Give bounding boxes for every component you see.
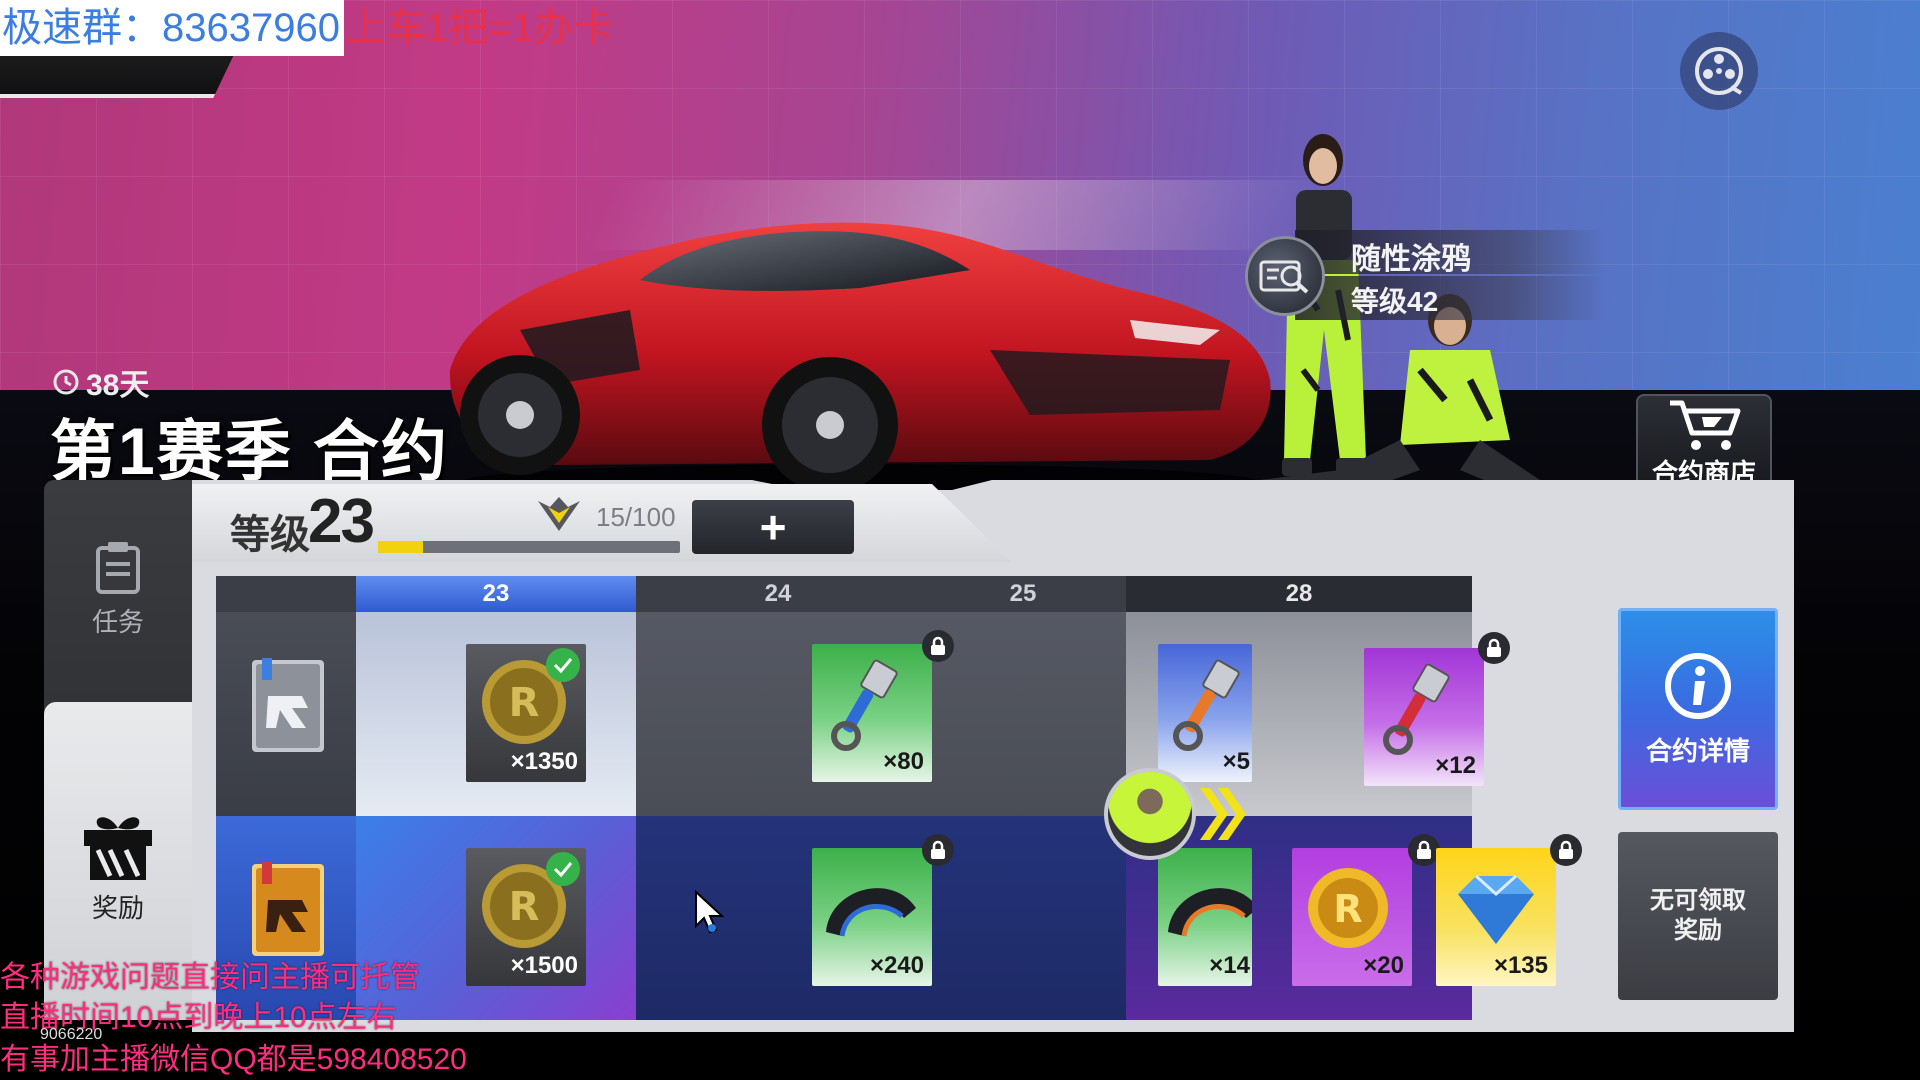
reward-qty: ×1350 bbox=[510, 748, 578, 775]
lock-icon bbox=[1478, 632, 1510, 664]
level-label: 等级 bbox=[230, 513, 310, 557]
row-header-blank bbox=[216, 576, 356, 612]
mouse-cursor-icon bbox=[695, 890, 725, 934]
reward-diamond-135[interactable]: ×135 bbox=[1436, 848, 1556, 986]
stream-note-1: 各种游戏问题直接问主播可托管 bbox=[0, 961, 420, 994]
reward-qty: ×12 bbox=[1435, 752, 1476, 779]
clipboard-icon bbox=[96, 542, 140, 594]
reward-qty: ×80 bbox=[883, 748, 924, 775]
svg-text:R: R bbox=[509, 680, 540, 726]
column-header-23: 23 bbox=[356, 576, 636, 612]
contract-details-button[interactable]: 合约详情 bbox=[1618, 608, 1778, 810]
contract-emblem-icon bbox=[538, 497, 580, 531]
lock-icon bbox=[922, 630, 954, 662]
info-icon bbox=[1665, 652, 1731, 719]
shopping-cart-icon bbox=[1670, 400, 1741, 450]
player-progress-avatar bbox=[1104, 768, 1196, 860]
reward-qty: ×1500 bbox=[510, 952, 578, 979]
stream-group-banner: 极速群：83637960 上车1把=1办卡 bbox=[0, 0, 614, 56]
clock-icon bbox=[53, 369, 79, 395]
claim-rewards-label: 无可领取奖励 bbox=[1650, 887, 1746, 944]
reward-emblem-20[interactable]: R ×20 bbox=[1292, 848, 1412, 986]
reward-qty: ×5 bbox=[1222, 748, 1250, 775]
column-header-28: 28 bbox=[1126, 576, 1472, 612]
player-badge[interactable]: 随性涂鸦 等级42 bbox=[1245, 230, 1605, 322]
claimed-check-icon bbox=[546, 648, 580, 682]
red-sports-car bbox=[449, 222, 1271, 500]
reward-qty: ×14 bbox=[1209, 952, 1250, 979]
group-label: 极速群：83637960 bbox=[0, 0, 344, 56]
xp-progress-bar bbox=[378, 541, 680, 553]
gift-box-icon bbox=[84, 817, 152, 880]
magnifier-card-icon bbox=[1259, 260, 1309, 294]
svg-text:R: R bbox=[1333, 887, 1362, 931]
xp-progress-fill bbox=[378, 541, 424, 553]
svg-text:R: R bbox=[509, 884, 540, 930]
chevron-right-icon bbox=[1200, 788, 1246, 840]
reward-tire-14[interactable]: ×14 bbox=[1158, 848, 1252, 986]
lock-icon bbox=[922, 834, 954, 866]
contract-details-label: 合约详情 bbox=[1645, 735, 1750, 766]
player-emblem bbox=[1245, 236, 1325, 316]
claim-rewards-button[interactable]: 无可领取奖励 bbox=[1618, 832, 1778, 1000]
reward-piston-12[interactable]: ×12 bbox=[1364, 648, 1484, 786]
xp-progress-text: 15/100 bbox=[596, 502, 676, 532]
reward-tire-240[interactable]: ×240 bbox=[812, 848, 932, 986]
claimed-check-icon bbox=[546, 852, 580, 886]
reward-piston-5[interactable]: ×5 bbox=[1158, 644, 1252, 782]
film-reel-icon bbox=[1695, 47, 1743, 95]
buy-level-button[interactable]: + bbox=[692, 500, 854, 554]
menu-rewards-label: 奖励 bbox=[91, 893, 144, 923]
lock-icon bbox=[1550, 834, 1582, 866]
premium-contract-card-icon bbox=[252, 862, 324, 956]
player-name: 随性涂鸦 bbox=[1351, 243, 1471, 276]
menu-rewards[interactable]: 奖励 bbox=[44, 810, 192, 925]
reward-qty: ×20 bbox=[1363, 952, 1404, 979]
menu-tasks-label: 任务 bbox=[91, 607, 144, 637]
badge-level-strip bbox=[1295, 276, 1605, 320]
reward-piston-80[interactable]: ×80 bbox=[812, 644, 932, 782]
free-contract-card-icon bbox=[252, 658, 324, 752]
level-number: 23 bbox=[308, 487, 375, 556]
group-extra: 上车1把=1办卡 bbox=[345, 6, 614, 50]
replay-button[interactable] bbox=[1680, 32, 1758, 110]
reward-qty: ×240 bbox=[869, 952, 924, 979]
game-screen: 随性涂鸦 等级42 38天 第1赛季 合约 合约商店 任务 奖励 等级 23 1… bbox=[0, 0, 1920, 1080]
stream-note-3: 有事加主播微信QQ都是598408520 bbox=[0, 1043, 467, 1076]
player-level: 等级42 bbox=[1351, 286, 1439, 317]
reward-grid: 23 24 25 28 R ×1350 R ×1500 ×80 ×240 ×5 … bbox=[216, 576, 1596, 1020]
column-header-25: 25 bbox=[920, 576, 1126, 612]
menu-tasks[interactable]: 任务 bbox=[44, 540, 192, 639]
column-header-24: 24 bbox=[636, 576, 920, 612]
reward-qty: ×135 bbox=[1493, 952, 1548, 979]
